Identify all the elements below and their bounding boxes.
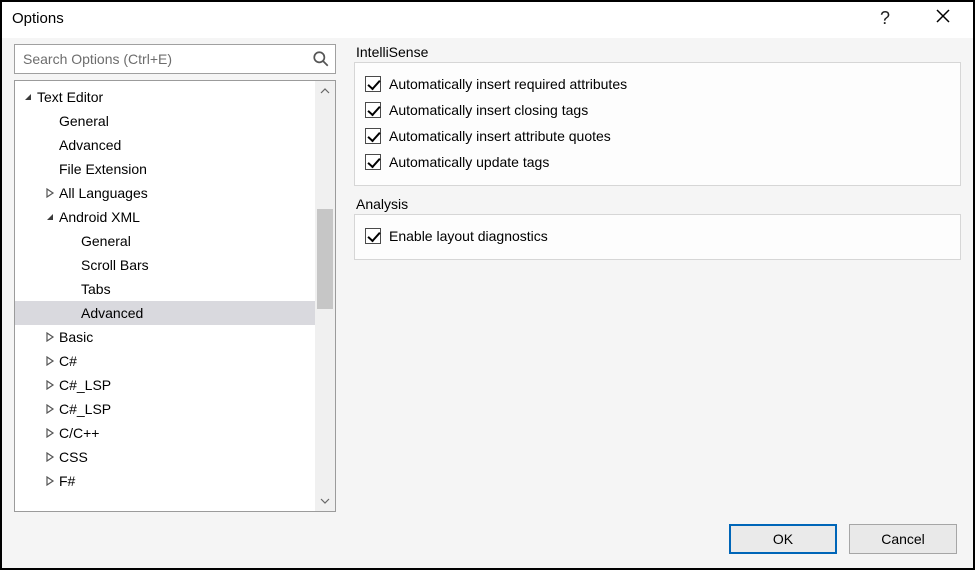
tree-leaf-spacer: [65, 306, 79, 320]
checkbox[interactable]: [365, 228, 381, 244]
tree-item[interactable]: General: [15, 229, 315, 253]
tree-item[interactable]: Android XML: [15, 205, 315, 229]
tree-item-label: Advanced: [59, 137, 121, 153]
tree-item[interactable]: F#: [15, 469, 315, 493]
tree-item[interactable]: C#: [15, 349, 315, 373]
tree-item-label: CSS: [59, 449, 88, 465]
tree-item-label: Advanced: [81, 305, 143, 321]
tree-item[interactable]: Scroll Bars: [15, 253, 315, 277]
tree-scroll-area: Text Editor General Advanced File Extension…: [15, 81, 315, 511]
tree-item[interactable]: CSS: [15, 445, 315, 469]
tree-leaf-spacer: [43, 162, 57, 176]
chevron-collapsed-icon[interactable]: [43, 330, 57, 344]
settings-group: IntelliSense Automatically insert require…: [354, 44, 961, 186]
scroll-track[interactable]: [315, 101, 335, 491]
tree-item[interactable]: All Languages: [15, 181, 315, 205]
dialog-body: Text Editor General Advanced File Extension…: [2, 38, 973, 512]
checkbox[interactable]: [365, 154, 381, 170]
checkbox[interactable]: [365, 76, 381, 92]
tree-item[interactable]: C#_LSP: [15, 397, 315, 421]
group-box: Automatically insert required attributes…: [354, 62, 961, 186]
chevron-collapsed-icon[interactable]: [43, 378, 57, 392]
tree-item[interactable]: C/C++: [15, 421, 315, 445]
titlebar: Options ?: [2, 2, 973, 38]
tree-item[interactable]: General: [15, 109, 315, 133]
chevron-collapsed-icon[interactable]: [43, 450, 57, 464]
checkbox-row: Enable layout diagnostics: [365, 223, 950, 249]
close-button[interactable]: [925, 4, 961, 32]
chevron-expanded-icon[interactable]: [43, 210, 57, 224]
tree-item-label: General: [59, 113, 109, 129]
checkbox[interactable]: [365, 128, 381, 144]
search-input[interactable]: [14, 44, 336, 74]
category-tree: Text Editor General Advanced File Extension…: [14, 80, 336, 512]
checkbox[interactable]: [365, 102, 381, 118]
tree-leaf-spacer: [43, 114, 57, 128]
tree-item-label: Android XML: [59, 209, 140, 225]
tree-scrollbar[interactable]: [315, 81, 335, 511]
group-title: Analysis: [354, 196, 961, 212]
tree-item[interactable]: Tabs: [15, 277, 315, 301]
tree-item[interactable]: Text Editor: [15, 85, 315, 109]
tree-item-label: C/C++: [59, 425, 99, 441]
tree-leaf-spacer: [43, 138, 57, 152]
cancel-button[interactable]: Cancel: [849, 524, 957, 554]
scroll-up-icon[interactable]: [315, 81, 335, 101]
checkbox-label: Automatically update tags: [389, 154, 549, 170]
search-row: [14, 44, 336, 74]
tree-item-label: File Extension: [59, 161, 147, 177]
tree-item[interactable]: Advanced: [15, 301, 315, 325]
chevron-collapsed-icon[interactable]: [43, 402, 57, 416]
tree-item-label: Tabs: [81, 281, 111, 297]
checkbox-label: Automatically insert attribute quotes: [389, 128, 611, 144]
tree-item-label: C#_LSP: [59, 401, 111, 417]
tree-leaf-spacer: [65, 282, 79, 296]
checkbox-row: Automatically update tags: [365, 149, 950, 175]
tree-item[interactable]: C#_LSP: [15, 373, 315, 397]
checkbox-label: Automatically insert closing tags: [389, 102, 588, 118]
checkbox-row: Automatically insert required attributes: [365, 71, 950, 97]
chevron-collapsed-icon[interactable]: [43, 354, 57, 368]
chevron-collapsed-icon[interactable]: [43, 474, 57, 488]
tree-item-label: Scroll Bars: [81, 257, 149, 273]
tree-item-label: Basic: [59, 329, 93, 345]
settings-pane: IntelliSense Automatically insert require…: [354, 44, 961, 512]
group-box: Enable layout diagnostics: [354, 214, 961, 260]
tree-leaf-spacer: [65, 258, 79, 272]
settings-group: Analysis Enable layout diagnostics: [354, 196, 961, 260]
chevron-collapsed-icon[interactable]: [43, 426, 57, 440]
window-title: Options: [12, 10, 64, 27]
checkbox-row: Automatically insert closing tags: [365, 97, 950, 123]
search-icon[interactable]: [312, 50, 330, 68]
tree-item[interactable]: Advanced: [15, 133, 315, 157]
chevron-expanded-icon[interactable]: [21, 90, 35, 104]
tree-item-label: C#: [59, 353, 77, 369]
checkbox-label: Enable layout diagnostics: [389, 228, 548, 244]
checkbox-label: Automatically insert required attributes: [389, 76, 627, 92]
close-icon: [936, 9, 950, 28]
tree-item-label: All Languages: [59, 185, 148, 201]
tree-leaf-spacer: [65, 234, 79, 248]
tree-item-label: F#: [59, 473, 75, 489]
dialog-footer: OK Cancel: [2, 512, 973, 568]
tree-item-label: C#_LSP: [59, 377, 111, 393]
checkbox-row: Automatically insert attribute quotes: [365, 123, 950, 149]
tree-item[interactable]: Basic: [15, 325, 315, 349]
scroll-down-icon[interactable]: [315, 491, 335, 511]
help-button[interactable]: ?: [867, 4, 903, 32]
tree-item[interactable]: File Extension: [15, 157, 315, 181]
scroll-thumb[interactable]: [317, 209, 333, 309]
left-column: Text Editor General Advanced File Extension…: [14, 44, 336, 512]
chevron-collapsed-icon[interactable]: [43, 186, 57, 200]
tree-item-label: Text Editor: [37, 89, 103, 105]
ok-button[interactable]: OK: [729, 524, 837, 554]
tree-item-label: General: [81, 233, 131, 249]
group-title: IntelliSense: [354, 44, 961, 60]
titlebar-right: ?: [867, 4, 965, 32]
